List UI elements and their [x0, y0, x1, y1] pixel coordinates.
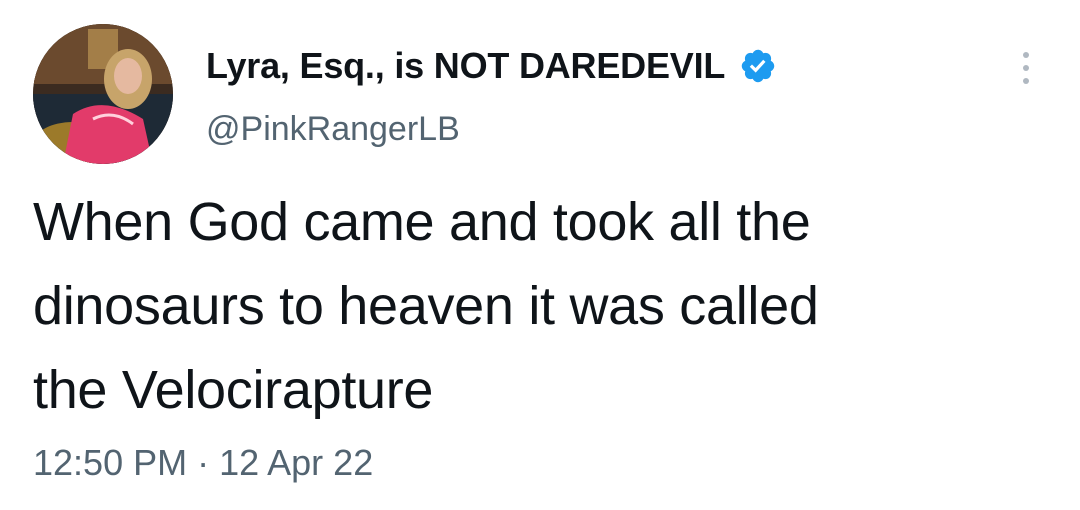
profile-photo-icon — [33, 24, 173, 164]
tweet-text-line: dinosaurs to heaven it was called — [33, 276, 819, 336]
tweet-text-line: the Velocirapture — [33, 360, 434, 420]
more-dot — [1023, 52, 1029, 58]
timestamp-separator: · — [187, 442, 220, 483]
verified-badge-icon — [739, 47, 777, 85]
more-dot — [1023, 65, 1029, 71]
user-handle[interactable]: @PinkRangerLB — [206, 110, 460, 149]
tweet-text: When God came and took all the dinosaurs… — [33, 180, 1053, 432]
tweet-timestamp: 12:50 PM · 12 Apr 22 — [33, 442, 373, 484]
tweet-text-line: When God came and took all the — [33, 192, 811, 252]
more-dot — [1023, 78, 1029, 84]
display-name-row: Lyra, Esq., is NOT DAREDEVIL — [206, 42, 777, 90]
more-options-icon[interactable] — [1008, 44, 1044, 92]
tweet-card: Lyra, Esq., is NOT DAREDEVIL @PinkRanger… — [0, 0, 1080, 510]
avatar[interactable] — [33, 24, 173, 164]
tweet-date-link[interactable]: 12 Apr 22 — [219, 442, 373, 483]
display-name[interactable]: Lyra, Esq., is NOT DAREDEVIL — [206, 45, 725, 87]
tweet-time-link[interactable]: 12:50 PM — [33, 442, 187, 483]
